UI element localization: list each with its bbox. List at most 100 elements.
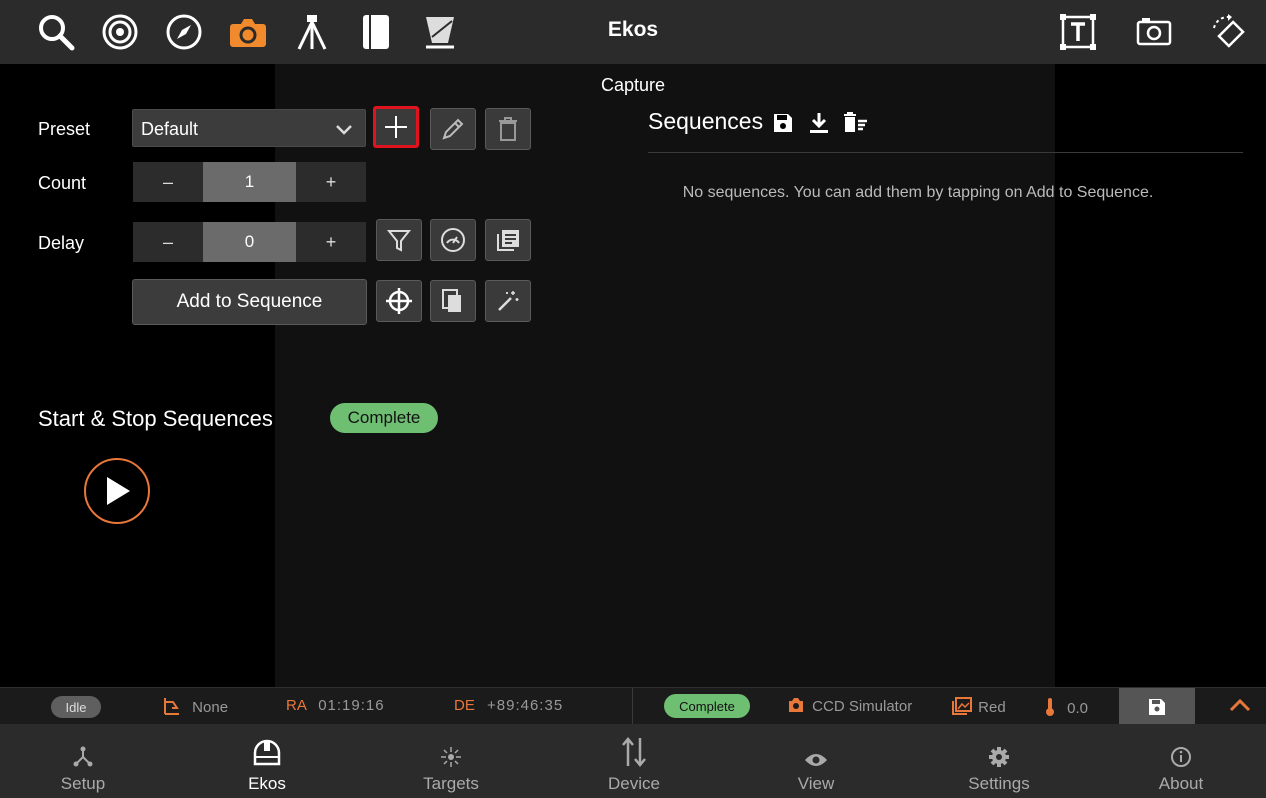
app-title: Ekos — [607, 18, 659, 41]
ra-value: 01:19:16 — [318, 697, 385, 714]
add-preset-button[interactable] — [373, 106, 419, 148]
targets-icon — [440, 724, 462, 768]
delay-value[interactable]: 0 — [203, 222, 296, 262]
compass-icon[interactable] — [164, 12, 204, 52]
nav-label: Settings — [968, 774, 1030, 793]
de-readout: DE +89:46:35 — [454, 697, 563, 714]
screenshot-icon[interactable] — [1134, 12, 1174, 52]
delay-increment-button[interactable]: + — [296, 222, 366, 262]
de-value: +89:46:35 — [487, 697, 564, 714]
count-decrement-button[interactable]: – — [133, 162, 203, 202]
ekos-dome-icon — [252, 724, 282, 768]
mount-value: None — [192, 699, 229, 716]
filter-button[interactable] — [376, 219, 422, 261]
camera-small-icon — [787, 698, 809, 715]
mount-icon — [163, 698, 185, 716]
copy-settings-button[interactable] — [430, 280, 476, 322]
status-bar: Idle None RA 01:19:16 DE +89:46:35 Compl… — [0, 687, 1266, 725]
auto-settings-button[interactable] — [485, 280, 531, 322]
ra-label: RA — [286, 697, 307, 714]
filter-status: Red — [952, 697, 1006, 716]
preset-value: Default — [141, 119, 199, 139]
library-icon — [497, 230, 519, 251]
chevron-down-icon — [335, 120, 353, 141]
temperature-status: 0.0 — [1045, 697, 1088, 717]
camera-name: CCD Simulator — [812, 698, 913, 715]
pencil-icon — [442, 118, 464, 140]
sequences-empty-message: No sequences. You can add them by tappin… — [682, 184, 1154, 201]
target-capture-button[interactable] — [376, 280, 422, 322]
top-bar: Ekos — [0, 0, 1266, 64]
capture-status-badge: Complete — [664, 694, 750, 718]
thermometer-icon — [1045, 698, 1059, 717]
start-stop-title: Start & Stop Sequences — [38, 406, 273, 431]
nav-item-targets[interactable]: Targets — [391, 724, 511, 798]
library-button[interactable] — [485, 219, 531, 261]
nav-label: Targets — [423, 774, 479, 793]
sequence-status-badge: Complete — [330, 403, 438, 433]
tripod-icon[interactable] — [292, 12, 332, 52]
sequences-divider — [648, 152, 1243, 153]
settings-icon — [988, 724, 1010, 768]
mount-status: None — [163, 697, 228, 716]
save-sequence-icon[interactable] — [772, 112, 794, 139]
device-icon — [621, 724, 647, 768]
add-to-sequence-button[interactable]: Add to Sequence — [132, 279, 367, 325]
play-icon — [107, 477, 130, 505]
view-icon — [804, 724, 828, 768]
camera-icon[interactable] — [228, 12, 268, 52]
flat-field-icon[interactable] — [420, 12, 460, 52]
trash-icon — [499, 117, 517, 141]
copy-icon — [442, 289, 461, 312]
rotate-device-icon[interactable] — [1208, 12, 1248, 52]
nav-item-about[interactable]: About — [1121, 724, 1241, 798]
setup-icon — [72, 724, 94, 768]
nav-item-ekos[interactable]: Ekos — [207, 724, 327, 798]
clear-sequence-icon[interactable] — [841, 112, 869, 139]
delete-preset-button[interactable] — [485, 108, 531, 150]
preset-select[interactable]: Default — [132, 109, 366, 147]
target-icon[interactable] — [100, 12, 140, 52]
text-box-icon[interactable] — [1058, 12, 1098, 52]
gain-button[interactable] — [430, 219, 476, 261]
search-icon[interactable] — [36, 12, 76, 52]
count-value[interactable]: 1 — [203, 162, 296, 202]
delay-decrement-button[interactable]: – — [133, 222, 203, 262]
delay-label: Delay — [38, 233, 85, 253]
count-label: Count — [38, 173, 87, 193]
capture-preview-background — [275, 64, 1055, 687]
sequences-title: Sequences — [648, 108, 764, 134]
load-sequence-icon[interactable] — [808, 111, 830, 140]
start-sequence-button[interactable] — [84, 458, 150, 524]
nav-item-device[interactable]: Device — [574, 724, 694, 798]
camera-status: CCD Simulator — [787, 697, 912, 715]
bottom-nav: Setup Ekos Targets Device View Settings — [0, 724, 1266, 798]
count-increment-button[interactable]: + — [296, 162, 366, 202]
notebook-icon[interactable] — [356, 12, 396, 52]
nav-item-settings[interactable]: Settings — [939, 724, 1059, 798]
save-icon — [1149, 698, 1165, 715]
about-icon — [1170, 724, 1192, 768]
state-badge: Idle — [51, 696, 101, 718]
capture-title: Capture — [601, 75, 666, 95]
nav-label: About — [1158, 774, 1204, 793]
ra-readout: RA 01:19:16 — [286, 697, 385, 714]
nav-item-setup[interactable]: Setup — [23, 724, 143, 798]
count-stepper: – 1 + — [133, 162, 366, 202]
filter-name: Red — [978, 699, 1006, 716]
filter-image-icon — [952, 697, 976, 716]
chevron-up-icon[interactable] — [1229, 697, 1251, 718]
crosshair-icon — [386, 288, 412, 314]
temperature-value: 0.0 — [1067, 700, 1089, 717]
edit-preset-button[interactable] — [430, 108, 476, 150]
status-divider — [632, 688, 633, 725]
save-status-button[interactable] — [1119, 688, 1195, 725]
nav-item-view[interactable]: View — [756, 724, 876, 798]
nav-label: View — [797, 774, 835, 793]
nav-label: Device — [608, 774, 660, 793]
delay-stepper: – 0 + — [133, 222, 366, 262]
plus-icon — [385, 116, 407, 138]
magic-wand-icon — [498, 291, 519, 311]
nav-label: Setup — [60, 774, 106, 793]
preset-label: Preset — [38, 119, 91, 139]
